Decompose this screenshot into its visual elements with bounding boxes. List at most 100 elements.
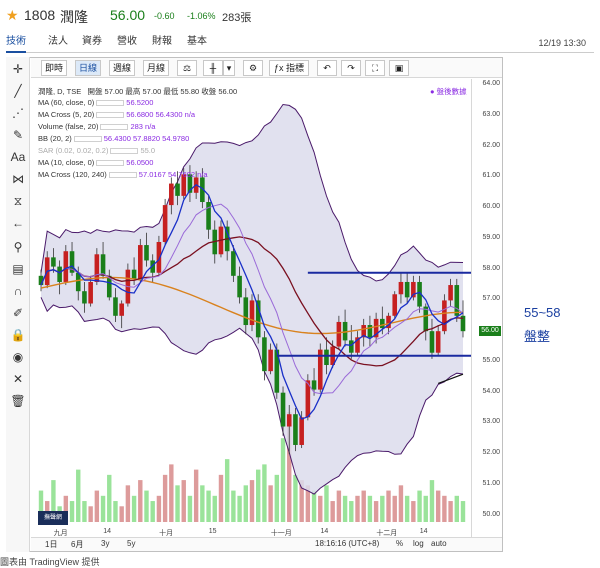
volume-bar	[318, 495, 323, 522]
candle-body	[100, 254, 106, 276]
measure-icon[interactable]: ▤	[6, 260, 30, 278]
volume-bar	[361, 490, 366, 522]
legend-ma-cross-120-240[interactable]: MA Cross (120, 240) 57.0167 54.7602 n/a	[38, 170, 208, 179]
volume-bar	[417, 490, 422, 522]
legend-bb[interactable]: BB (20, 2) 56.4300 57.8820 54.9780	[38, 134, 189, 143]
text-tool-icon[interactable]: Aa	[6, 148, 30, 166]
range-3y[interactable]: 3y	[101, 539, 109, 548]
candle-body	[286, 414, 292, 427]
legend-ma-cross-5-20[interactable]: MA Cross (5, 20) 56.6800 56.4300 n/a	[38, 110, 195, 119]
pattern-icon[interactable]: ⋈	[6, 170, 30, 188]
candle-body	[392, 294, 398, 316]
volume-bar	[224, 459, 230, 522]
fib-retracement-icon[interactable]: ⋰	[6, 104, 30, 122]
stock-code: 1808	[24, 7, 56, 23]
current-price-tag: 56.00	[479, 326, 501, 337]
price-tick: 63.00	[482, 110, 500, 118]
tab-margin[interactable]: 資券	[82, 35, 102, 53]
range-5y[interactable]: 5y	[127, 539, 135, 548]
watermark-sticker: 撫聲網	[38, 511, 68, 525]
lock-icon[interactable]: 🔒	[6, 326, 30, 344]
candle-body	[237, 275, 242, 298]
time-axis[interactable]: 九月 14 十月 15 十一月 14 十二月 14	[31, 528, 471, 537]
volume-bar	[429, 480, 435, 522]
gear-icon[interactable]: ⚙	[243, 60, 263, 76]
price-tick: 60.00	[482, 203, 500, 211]
snapshot-icon[interactable]: ▣	[389, 60, 409, 76]
candle-body	[144, 245, 149, 261]
candle-body	[231, 251, 236, 276]
fullscreen-icon[interactable]: ⛶	[365, 60, 385, 76]
undo-icon[interactable]: ↶	[317, 60, 337, 76]
candle-body	[137, 245, 143, 279]
chevron-down-icon[interactable]: ▾	[223, 60, 235, 76]
clock: 18:16:16 (UTC+8)	[315, 539, 380, 548]
candle-body	[119, 303, 124, 316]
price-change: -0.60	[154, 11, 175, 21]
tab-basic[interactable]: 基本	[187, 35, 207, 53]
percent-toggle[interactable]: %	[396, 539, 403, 548]
time-tick: 14	[103, 528, 112, 535]
tab-financials[interactable]: 財報	[152, 35, 172, 53]
candle-body	[169, 183, 174, 206]
period-realtime-button[interactable]: 即時	[41, 60, 67, 76]
candle-body	[82, 291, 87, 304]
magnet-icon[interactable]: ∩	[6, 282, 30, 300]
price-axis[interactable]: 64.00 63.00 62.00 61.00 60.00 59.00 58.00 57.00…	[471, 79, 502, 537]
redo-icon[interactable]: ↷	[341, 60, 361, 76]
volume-bar	[274, 474, 280, 522]
volume-bar	[442, 495, 447, 522]
volume-bar	[175, 485, 180, 522]
draw-mode-icon[interactable]: ✐	[6, 304, 30, 322]
candle-body	[206, 202, 211, 230]
volume-bar	[355, 495, 360, 522]
period-daily-button[interactable]: 日線	[75, 60, 101, 76]
compare-icon[interactable]: ⚖	[177, 60, 197, 76]
hide-icon[interactable]: ◉	[6, 348, 30, 366]
range-bar: 1日 6月 3y 5y 18:16:16 (UTC+8) % log auto	[31, 537, 502, 551]
volume-bar	[88, 506, 93, 522]
trash-icon[interactable]: 🗑	[6, 392, 30, 410]
legend-title: 潤隆, D, TSE	[38, 87, 82, 96]
candle-body	[454, 285, 460, 316]
log-toggle[interactable]: log	[413, 539, 424, 548]
auto-toggle[interactable]: auto	[431, 539, 447, 548]
volume-bar	[367, 495, 373, 522]
volume-bar	[131, 495, 137, 522]
projection-icon[interactable]: ⧖	[6, 192, 30, 210]
zoom-icon[interactable]: ⚲	[6, 238, 30, 256]
volume-bar	[144, 490, 149, 522]
legend-ma60[interactable]: MA (60, close, 0) 56.5200	[38, 98, 153, 107]
legend-title-row: 潤隆, D, TSE 開盤 57.00 最高 57.00 最低 55.80 收盤…	[38, 86, 237, 97]
tab-institutional[interactable]: 法人	[48, 35, 68, 53]
range-1d[interactable]: 1日	[45, 539, 57, 550]
candle-body	[57, 266, 62, 282]
volume-bar	[200, 485, 205, 522]
legend-ma10[interactable]: MA (10, close, 0) 56.0500	[38, 158, 153, 167]
favorite-star-icon[interactable]: ★	[6, 8, 19, 22]
trend-line-icon[interactable]: ╱	[6, 82, 30, 100]
indicators-button[interactable]: ƒx 指標	[269, 60, 309, 76]
after-hours-label: 盤後數據	[436, 87, 467, 96]
price-tick: 61.00	[482, 172, 500, 180]
candle-body	[280, 392, 286, 427]
period-weekly-button[interactable]: 週線	[109, 60, 135, 76]
legend-volume[interactable]: Volume (false, 20) 283 n/a	[38, 122, 155, 131]
crosshair-icon[interactable]: ✛	[6, 60, 30, 78]
price-tick: 55.00	[482, 356, 500, 364]
period-monthly-button[interactable]: 月線	[143, 60, 169, 76]
remove-tools-icon[interactable]: ✕	[6, 370, 30, 388]
tab-revenue[interactable]: 營收	[117, 35, 137, 53]
after-hours-link[interactable]: ● 盤後數據	[430, 86, 467, 97]
range-6m[interactable]: 6月	[71, 539, 83, 550]
volume-bar	[268, 485, 273, 522]
legend-sar[interactable]: SAR (0.02, 0.02, 0.2) 55.0	[38, 146, 155, 155]
arrow-icon[interactable]: ←	[6, 214, 30, 232]
candle-body	[293, 414, 298, 445]
price-tick: 50.00	[482, 510, 500, 518]
provider-credit: 圖表由 TradingView 提供	[0, 557, 100, 567]
candle-type-icon[interactable]: ╫	[203, 60, 223, 76]
candle-body	[429, 331, 435, 353]
tab-technical[interactable]: 技術	[6, 35, 26, 53]
brush-icon[interactable]: ✎	[6, 126, 30, 144]
